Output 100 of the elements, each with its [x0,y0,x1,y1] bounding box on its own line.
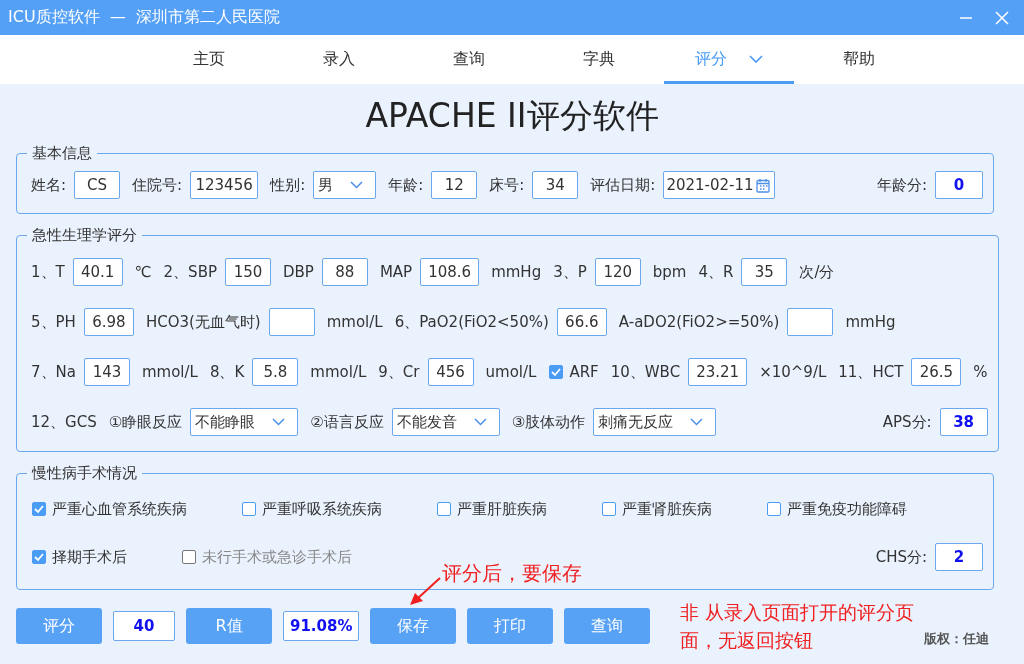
field-label: mmHg [491,263,542,281]
field-label: ℃ [134,263,152,281]
checkbox-label[interactable]: 严重肾脏疾病 [622,499,712,519]
checkbox[interactable] [549,365,564,379]
input-field[interactable]: 5.8 [252,358,299,386]
dropdown[interactable]: 男 [313,171,377,199]
score-label: APS分: [882,412,932,432]
chevron-down-icon [350,181,364,189]
checkbox-label[interactable]: 严重免疫功能障碍 [787,499,907,519]
input-field[interactable]: 35 [741,258,788,286]
dropdown[interactable]: 不能睁眼 [190,408,299,436]
field-label: HCO3(无血气时) [145,312,261,332]
field-label: mmHg [845,313,896,331]
field-label: ③肢体动作 [511,412,586,432]
field-label: % [973,363,988,381]
field-label: 10、WBC [610,362,681,382]
field-label: 5、PH [31,312,76,332]
field-label: 9、Cr [378,362,420,382]
score-label: 年龄分: [876,175,927,195]
date-field[interactable]: 2021-02-11 [663,171,775,199]
input-field[interactable] [268,308,315,336]
nav-tab[interactable]: 字典 [534,35,664,84]
input-field[interactable]: 26.5 [911,358,962,386]
input-field[interactable]: 12 [431,171,478,199]
field-label: mmol/L [310,363,367,381]
copyright-text: 版权：任迪 [924,630,989,648]
input-field[interactable]: 456 [427,358,474,386]
field-label: MAP [379,263,413,281]
input-field[interactable]: 23.21 [688,358,748,386]
field-label: 6、PaO2(FiO2<50%) [394,312,549,332]
checkbox-label[interactable]: 严重心血管系统疾病 [52,499,187,519]
field-label: 1、T [31,262,65,282]
field-label: 7、Na [31,362,76,382]
checkbox[interactable] [32,550,46,564]
score-value: 0 [935,171,983,199]
chevron-down-icon[interactable] [749,55,763,64]
input-field[interactable]: 150 [225,258,271,286]
close-icon[interactable] [994,9,1010,26]
group-title: 慢性病手术情况 [31,464,138,483]
nav-tab[interactable]: 帮助 [794,35,924,84]
field-label: 住院号: [132,175,183,195]
input-field[interactable]: CS [74,171,121,199]
checkbox-label[interactable]: 择期手术后 [52,547,127,567]
checkbox[interactable] [437,502,451,516]
input-field[interactable]: 108.6 [420,258,480,286]
field-label: ①睁眼反应 [108,412,183,432]
field-label: 姓名: [31,175,67,195]
field-label: 12、GCS [31,412,97,432]
input-field[interactable]: 143 [83,358,130,386]
score-label: CHS分: [875,547,927,567]
checkbox[interactable] [767,502,781,516]
page-heading: APACHE II评分软件 [364,96,660,136]
score-value: 2 [935,543,983,571]
field-label: 年龄: [388,175,424,195]
input-field[interactable]: 6.98 [83,308,134,336]
nav-tab[interactable]: 主页 [144,35,274,84]
field-label: 11、HCT [838,362,904,382]
checkbox[interactable] [602,502,616,516]
input-field[interactable]: 40.1 [72,258,123,286]
field-label: 8、K [209,362,245,382]
field-label: 性别: [270,175,306,195]
input-field[interactable]: 34 [532,171,579,199]
dropdown[interactable]: 刺痛无反应 [593,408,717,436]
field-label: DBP [283,263,314,281]
checkbox[interactable] [242,502,256,516]
input-field[interactable]: 88 [321,258,368,286]
nav-tab[interactable]: 查询 [404,35,534,84]
field-label: A-aDO2(FiO2>=50%) [618,313,780,331]
checkbox-label[interactable]: 严重呼吸系统疾病 [262,499,382,519]
input-field[interactable]: 123456 [190,171,259,199]
field-label: 4、R [698,262,734,282]
field-label: bpm [652,263,687,281]
field-label: mmol/L [326,313,383,331]
chevron-down-icon [272,418,286,426]
input-field[interactable]: 66.6 [556,308,607,336]
checkbox-label[interactable]: ARF [569,363,599,381]
field-label: ×10^9/L [759,363,827,381]
field-label: ②语言反应 [310,412,384,432]
calendar-icon[interactable] [755,177,770,193]
result-value: 40 [113,611,175,641]
annotation-arrow [408,576,442,606]
field-label: 评估日期: [590,175,656,195]
field-label: umol/L [485,363,537,381]
nav-tab[interactable]: 录入 [274,35,404,84]
chevron-down-icon [690,418,704,426]
chevron-down-icon [473,418,487,426]
input-field[interactable] [787,308,834,336]
checkbox[interactable] [32,502,46,516]
dropdown[interactable]: 不能发音 [391,408,500,436]
field-label: 次/分 [799,262,835,282]
field-label: 床号: [489,175,525,195]
group-title: 急性生理学评分 [31,226,138,245]
field-label: mmol/L [141,363,198,381]
result-value: 91.08% [283,611,360,641]
window-title: ICU质控软件 — 深圳市第二人民医院 [8,7,281,28]
input-field[interactable]: 120 [594,258,641,286]
score-value: 38 [939,408,988,436]
field-label: 3、P [553,262,587,282]
group-title: 基本信息 [31,144,93,163]
checkbox-label[interactable]: 严重肝脏疾病 [457,499,547,519]
